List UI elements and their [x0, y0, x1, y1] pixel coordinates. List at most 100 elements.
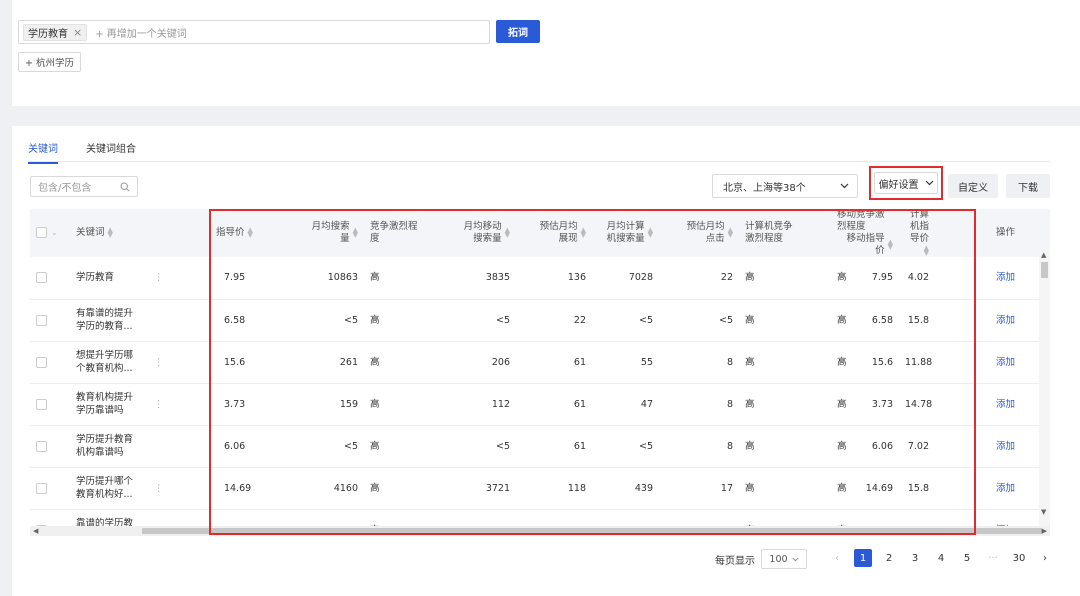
impressions-cell: 61	[516, 341, 592, 384]
impressions-cell: 22	[516, 509, 592, 526]
row-checkbox-cell[interactable]	[30, 341, 70, 384]
include-exclude-filter-input[interactable]: 包含/不包含	[30, 176, 138, 197]
row-checkbox-cell[interactable]	[30, 467, 70, 510]
select-all-checkbox[interactable]	[36, 227, 47, 238]
col-pc-price[interactable]: 计算机指 导价▲ ▼	[899, 209, 935, 257]
mobile-search-cell: <5	[444, 425, 516, 468]
more-icon[interactable]: ⋮	[148, 341, 210, 384]
col-impressions[interactable]: 预估月均 展现▲ ▼	[516, 209, 592, 257]
expand-keywords-button[interactable]: 拓词	[496, 20, 540, 43]
col-keyword[interactable]: 关键词 ▲ ▼	[70, 209, 148, 257]
col-monthly-search[interactable]: 月均搜索 量▲ ▼	[272, 209, 364, 257]
guide-price-cell: 6.58	[210, 299, 272, 342]
clicks-cell: 17	[659, 467, 739, 510]
preference-settings-button[interactable]: 偏好设置	[874, 172, 938, 194]
pc-competition-cell: 高	[739, 383, 831, 426]
chevron-down-icon[interactable]: ⌄	[51, 228, 58, 237]
mobile-price-value: 6.58	[871, 314, 893, 326]
more-icon[interactable]: ⋮	[148, 383, 210, 426]
row-checkbox-cell[interactable]	[30, 509, 70, 526]
col-mobile-search[interactable]: 月均移动 搜索量▲ ▼	[444, 209, 516, 257]
more-icon[interactable]	[148, 425, 210, 468]
more-icon[interactable]: ⋮	[148, 467, 210, 510]
more-icon[interactable]	[148, 509, 210, 526]
vertical-scroll-thumb[interactable]	[1041, 262, 1048, 278]
download-button[interactable]: 下载	[1006, 174, 1050, 198]
horizontal-scroll-thumb[interactable]	[142, 528, 1042, 534]
mobile-competition-value: 高	[837, 440, 847, 452]
sort-icon[interactable]: ▲ ▼	[505, 227, 510, 239]
page-button-1[interactable]: 1	[854, 549, 872, 567]
col-pc-competition: 计算机竞争 激烈程度	[745, 221, 793, 244]
scroll-down-icon[interactable]: ▼	[1041, 508, 1046, 516]
pc-search-cell: <5	[592, 425, 659, 468]
scroll-left-icon[interactable]: ◀	[33, 527, 38, 535]
horizontal-scrollbar[interactable]: ◀ ▶	[30, 526, 1050, 536]
col-clicks[interactable]: 预估月均 点击▲ ▼	[659, 209, 739, 257]
page-button-5[interactable]: 5	[958, 549, 976, 567]
select-all-header[interactable]: ⌄	[30, 209, 70, 257]
row-checkbox-cell[interactable]	[30, 257, 70, 300]
page-button-2[interactable]: 2	[880, 549, 898, 567]
pc-search-cell: <5	[592, 299, 659, 342]
col-pc-search[interactable]: 月均计算 机搜索量▲ ▼	[592, 209, 659, 257]
col-competition: 竞争激烈程度	[370, 221, 418, 244]
sort-icon[interactable]: ▲ ▼	[248, 226, 253, 238]
sort-icon[interactable]: ▲ ▼	[888, 239, 893, 251]
monthly-search-cell: <5	[272, 509, 364, 526]
row-checkbox-cell[interactable]	[30, 299, 70, 342]
clicks-cell: 8	[659, 383, 739, 426]
sort-icon[interactable]: ▲ ▼	[108, 226, 113, 238]
pc-price-cell: 11.88	[899, 341, 935, 384]
region-select[interactable]: 北京、上海等38个	[712, 174, 858, 198]
col-guide-price[interactable]: 指导价 ▲ ▼	[210, 209, 272, 257]
row-checkbox[interactable]	[36, 356, 47, 368]
row-checkbox[interactable]	[36, 482, 47, 494]
keyword-tag: 学历教育 ×	[23, 23, 88, 41]
pagination: ‹ 1 2 3 4 5 ··· 30 ›	[824, 549, 1058, 567]
monthly-search-cell: <5	[272, 299, 364, 342]
table-header-row: ⌄ 关键词 ▲ ▼ 指导价 ▲ ▼ 月均搜索 量▲ ▼ 竞争激烈程度 月均移动 搜索量▲ ▼ 预…	[30, 209, 1050, 257]
scroll-up-icon[interactable]: ▲	[1041, 251, 1046, 259]
clicks-cell: <5	[659, 299, 739, 342]
mobile-search-cell: 206	[444, 341, 516, 384]
pc-competition-cell: 高	[739, 257, 831, 300]
add-keyword-placeholder[interactable]: + 再增加一个关键词	[95, 25, 187, 40]
spacer-cell	[935, 509, 990, 526]
sort-icon[interactable]: ▲ ▼	[353, 227, 358, 239]
more-icon[interactable]: ⋮	[148, 257, 210, 300]
guide-price-cell: 15.6	[210, 341, 272, 384]
monthly-search-cell: 4160	[272, 467, 364, 510]
vertical-scrollbar[interactable]: ▲ ▼	[1039, 250, 1050, 526]
pc-search-cell: 7028	[592, 257, 659, 300]
row-checkbox[interactable]	[36, 440, 47, 452]
sort-icon[interactable]: ▲ ▼	[924, 244, 929, 256]
page-button-last[interactable]: 30	[1010, 549, 1028, 567]
row-checkbox[interactable]	[36, 272, 47, 284]
col-mobile-price[interactable]: 移动竞争激 烈程度 移动指导 价▲ ▼	[831, 209, 899, 257]
row-checkbox[interactable]	[36, 314, 47, 326]
keyword-input[interactable]: 学历教育 × + 再增加一个关键词	[18, 20, 490, 44]
more-icon[interactable]	[148, 299, 210, 342]
pc-competition-cell: 高	[739, 467, 831, 510]
per-page-select[interactable]: 100	[761, 549, 807, 569]
row-checkbox-cell[interactable]	[30, 383, 70, 426]
row-checkbox[interactable]	[36, 398, 47, 410]
keyword-cell: 学历提升哪个 教育机构好...	[70, 467, 148, 510]
page-button-3[interactable]: 3	[906, 549, 924, 567]
col-spacer	[148, 209, 210, 257]
customize-button[interactable]: 自定义	[948, 174, 998, 198]
spacer-cell	[935, 425, 990, 468]
prev-page-icon[interactable]: ‹	[828, 549, 846, 567]
sort-icon[interactable]: ▲ ▼	[581, 227, 586, 239]
close-icon[interactable]: ×	[73, 26, 82, 39]
scroll-right-icon[interactable]: ▶	[1042, 527, 1047, 535]
page-ellipsis[interactable]: ···	[984, 549, 1002, 567]
sort-icon[interactable]: ▲ ▼	[728, 227, 733, 239]
sort-icon[interactable]: ▲ ▼	[648, 227, 653, 239]
suggestion-chip[interactable]: + 杭州学历	[18, 52, 81, 72]
page-button-4[interactable]: 4	[932, 549, 950, 567]
next-page-icon[interactable]: ›	[1036, 549, 1054, 567]
row-checkbox-cell[interactable]	[30, 425, 70, 468]
mobile-price-value: 6.06	[871, 440, 893, 452]
